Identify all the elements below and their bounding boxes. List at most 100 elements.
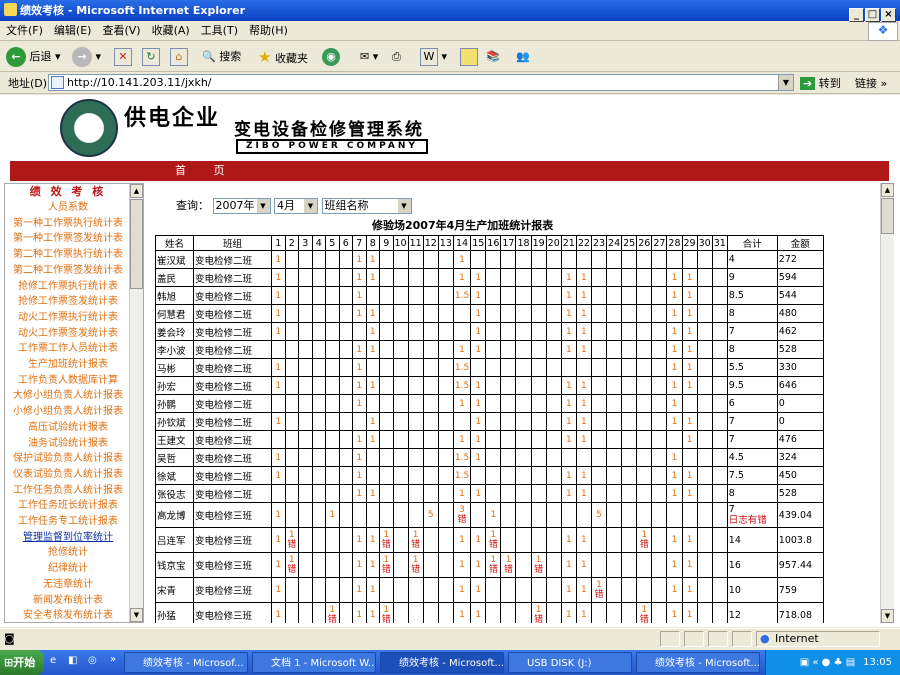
taskbar-button-2[interactable]: 文档 1 - Microsoft W...	[252, 652, 376, 673]
cell-value: 1	[581, 434, 587, 445]
research-button[interactable]: 📚	[486, 46, 500, 68]
left-menu-item[interactable]: 工作票工作人员统计表	[5, 341, 131, 357]
scroll-down-icon[interactable]: ▼	[130, 608, 143, 622]
cell-day	[422, 322, 439, 341]
taskbar-button-5[interactable]: 绩效考核 - Microsoft...	[636, 652, 760, 673]
back-button[interactable]: ← 后退 ▾	[6, 46, 61, 68]
left-menu-item[interactable]: 生产加班统计报表	[5, 357, 131, 373]
left-menu-item[interactable]: 抢修工作票执行统计表	[5, 279, 131, 295]
cell-day	[338, 322, 353, 341]
cell-day	[392, 358, 409, 377]
messenger-button[interactable]: 👥	[516, 46, 530, 68]
left-menu-item[interactable]: 仪表试验负责人统计报表	[5, 467, 131, 483]
month-select[interactable]: 4月 ▼	[274, 198, 318, 214]
cell-amount: 324	[776, 448, 824, 467]
left-menu-item[interactable]: 第二种工作票执行统计表	[5, 247, 131, 263]
left-menu-item[interactable]: 管理监督到位率统计	[5, 530, 131, 546]
mail-button[interactable]: ✉ ▾	[360, 46, 378, 68]
left-menu-item[interactable]: 动火工作票执行统计表	[5, 310, 131, 326]
year-select[interactable]: 2007年 ▼	[212, 198, 271, 214]
home-button[interactable]: ⌂	[170, 46, 188, 68]
left-menu-item[interactable]: 第一种工作票执行统计表	[5, 216, 131, 232]
left-menu-item[interactable]: 工作任务班长统计报表	[5, 498, 131, 514]
left-menu-item[interactable]: 抢修工作票签发统计表	[5, 294, 131, 310]
cell-day	[407, 250, 424, 269]
nav-home-link[interactable]: 首 页	[175, 161, 237, 181]
favorites-button[interactable]: ★ 收藏夹	[258, 46, 308, 68]
left-scrollbar[interactable]: ▲ ▼	[129, 184, 143, 622]
cell-day	[392, 577, 409, 603]
close-button[interactable]: ×	[881, 8, 896, 22]
taskbar-button-1[interactable]: 绩效考核 - Microsof...	[124, 652, 248, 673]
left-menu-item[interactable]: 工作任务负责人统计报表	[5, 483, 131, 499]
error-mark: 错	[594, 590, 604, 600]
cell-day	[437, 412, 454, 431]
team-select[interactable]: 班组名称 ▼	[321, 198, 412, 214]
cell-team: 变电检修二班	[193, 394, 272, 413]
minimize-button[interactable]: _	[849, 8, 864, 22]
menu-favorites[interactable]: 收藏(A)	[152, 24, 190, 37]
left-menu-item[interactable]: 油务试验统计报表	[5, 436, 131, 452]
cell-day	[590, 602, 608, 623]
menu-view[interactable]: 查看(V)	[102, 24, 140, 37]
left-menu-item[interactable]: 第二种工作票签发统计表	[5, 263, 131, 279]
scroll-down-icon[interactable]: ▼	[881, 609, 894, 623]
left-menu-item[interactable]: 抢修统计	[5, 545, 131, 561]
left-menu-item[interactable]: 工作任务专工统计报表	[5, 514, 131, 530]
header-day: 20	[545, 235, 562, 251]
cell-value: 1	[671, 470, 678, 481]
left-menu-item[interactable]: 小修小组负责人统计报表	[5, 404, 131, 420]
edit-button[interactable]: W ▾	[420, 46, 447, 68]
taskbar-button-3[interactable]: 绩效考核 - Microsoft...	[380, 652, 504, 673]
address-dropdown-icon[interactable]: ▼	[778, 75, 793, 90]
menu-file[interactable]: 文件(F)	[6, 24, 43, 37]
maximize-button[interactable]: □	[865, 8, 880, 22]
media-button[interactable]: ◉	[322, 46, 340, 68]
error-mark: 错	[381, 540, 391, 550]
left-menu-item[interactable]: 保护试验负责人统计报表	[5, 451, 131, 467]
address-input[interactable]: http://10.141.203.11/jxkh/ ▼	[48, 74, 794, 91]
cell-day	[515, 412, 532, 431]
notes-button[interactable]	[460, 46, 478, 68]
scroll-up-icon[interactable]: ▲	[881, 183, 894, 197]
stop-button[interactable]: ✕	[114, 46, 132, 68]
left-menu-item[interactable]: 动火工作票签发统计表	[5, 326, 131, 342]
cell-day	[452, 304, 472, 323]
scroll-thumb[interactable]	[130, 199, 143, 289]
left-menu-item[interactable]: 无违章统计	[5, 577, 131, 593]
left-menu-item[interactable]: 新闻发布统计表	[5, 593, 131, 609]
cell-day	[338, 394, 353, 413]
left-menu-item[interactable]: 大修小组负责人统计报表	[5, 388, 131, 404]
left-menu-item[interactable]: 工作负责人数据库计算	[5, 373, 131, 389]
links-button[interactable]: 链接 »	[855, 75, 887, 91]
left-menu-item[interactable]: 高压试验统计报表	[5, 420, 131, 436]
quicklaunch-desktop-icon[interactable]: ◧	[68, 655, 77, 666]
left-menu-item[interactable]: 第一种工作票签发统计表	[5, 231, 131, 247]
menu-help[interactable]: 帮助(H)	[249, 24, 288, 37]
cell-value: 1	[275, 560, 282, 570]
cell-day	[651, 394, 668, 413]
menu-edit[interactable]: 编辑(E)	[54, 24, 92, 37]
search-button[interactable]: 🔍 搜索	[202, 46, 241, 68]
menu-tools[interactable]: 工具(T)	[201, 24, 238, 37]
cell-day: 1	[681, 484, 698, 503]
error-mark: 错	[534, 565, 544, 575]
refresh-button[interactable]: ↻	[142, 46, 160, 68]
cell-day: 1	[325, 502, 340, 528]
quicklaunch-more-icon[interactable]: »	[110, 654, 116, 665]
go-button[interactable]: ➔ 转到	[800, 75, 841, 91]
scroll-thumb[interactable]	[881, 198, 894, 234]
cell-day	[485, 304, 502, 323]
scroll-up-icon[interactable]: ▲	[130, 184, 143, 198]
quicklaunch-ie-icon[interactable]: e	[50, 655, 56, 666]
main-scrollbar[interactable]: ▲ ▼	[880, 183, 894, 623]
print-button[interactable]: ⎙	[392, 46, 401, 68]
left-menu-item[interactable]: 安全考核发布统计表	[5, 608, 131, 622]
quicklaunch-media-icon[interactable]: ◎	[88, 655, 97, 666]
left-menu-item[interactable]: 人员系数	[5, 200, 131, 216]
start-button[interactable]: ⊞开始	[0, 650, 44, 675]
left-menu-item[interactable]: 纪律统计	[5, 561, 131, 577]
forward-button[interactable]: → ▾	[72, 46, 101, 68]
cell-amount: 0	[776, 394, 824, 413]
taskbar-button-4[interactable]: USB DISK (J:)	[508, 652, 632, 673]
